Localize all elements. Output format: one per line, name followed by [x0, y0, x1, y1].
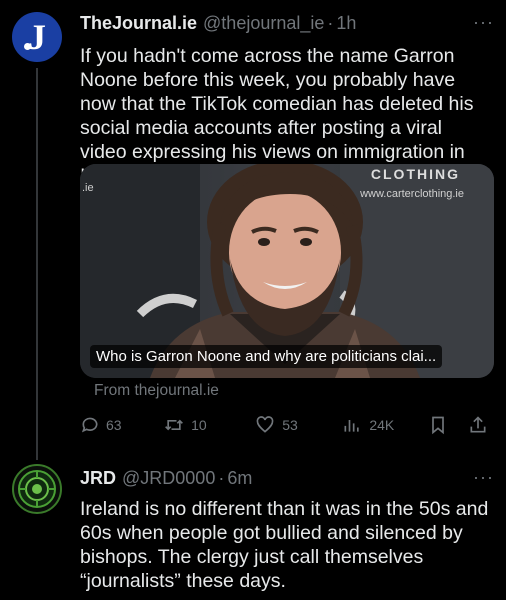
avatar-jrd[interactable] [12, 464, 62, 514]
card-backdrop-url-left: .ie [82, 182, 94, 194]
more-icon[interactable]: ··· [473, 467, 494, 488]
tweet-header: JRD @JRD0000 · 6m [80, 467, 494, 489]
separator: · [218, 467, 225, 488]
jrd-avatar-emblem [18, 470, 56, 508]
retweet-button[interactable]: 10 [163, 415, 254, 435]
retweet-count: 10 [191, 417, 207, 433]
separator: · [327, 12, 334, 33]
card-source[interactable]: From thejournal.ie [94, 382, 219, 400]
tweet-time[interactable]: 6m [227, 468, 252, 489]
like-icon [256, 416, 274, 433]
views-count: 24K [369, 417, 395, 433]
avatar-thejournal[interactable]: J [12, 12, 62, 62]
card-backdrop-brand: CLOTHING [370, 166, 460, 182]
tweet-time[interactable]: 1h [336, 13, 356, 34]
thejournal-logo: J [28, 17, 46, 57]
thread-line [36, 68, 38, 460]
author-handle[interactable]: @JRD0000 [122, 468, 215, 489]
more-icon[interactable]: ··· [473, 12, 494, 33]
tweet-body: TheJournal.ie @thejournal_ie · 1h ··· If… [80, 12, 494, 188]
share-button[interactable] [468, 414, 494, 436]
author-name[interactable]: TheJournal.ie [80, 13, 197, 34]
reply-count: 63 [106, 417, 122, 433]
tweet-text: Ireland is no different than it was in t… [80, 498, 489, 592]
bookmark-icon [432, 416, 445, 435]
views-button[interactable]: 24K [341, 415, 428, 435]
share-icon [470, 416, 486, 433]
author-handle[interactable]: @thejournal_ie [203, 13, 324, 34]
action-bar: 63 10 53 24K [80, 412, 494, 438]
card-title[interactable]: Who is Garron Noone and why are politici… [90, 345, 443, 368]
bookmark-button[interactable] [428, 414, 468, 436]
tweet-body: JRD @JRD0000 · 6m ··· Ireland is no diff… [80, 467, 494, 593]
retweet-icon [165, 419, 184, 431]
thejournal-logo-dot [24, 43, 31, 50]
reply-button[interactable]: 63 [80, 415, 163, 435]
tweet-header: TheJournal.ie @thejournal_ie · 1h [80, 12, 494, 34]
views-icon [344, 420, 359, 432]
author-name[interactable]: JRD [80, 468, 116, 489]
link-card[interactable]: .ie CLOTHING www.carterclothing.ie Who i… [80, 164, 494, 378]
like-button[interactable]: 53 [254, 415, 341, 435]
card-backdrop-url: www.carterclothing.ie [360, 188, 464, 200]
tweet-jrd[interactable]: JRD @JRD0000 · 6m ··· Ireland is no diff… [0, 447, 506, 600]
tweet-thejournal[interactable]: J TheJournal.ie @thejournal_ie · 1h ··· … [0, 0, 506, 460]
like-count: 53 [282, 417, 298, 433]
reply-icon [81, 417, 98, 433]
